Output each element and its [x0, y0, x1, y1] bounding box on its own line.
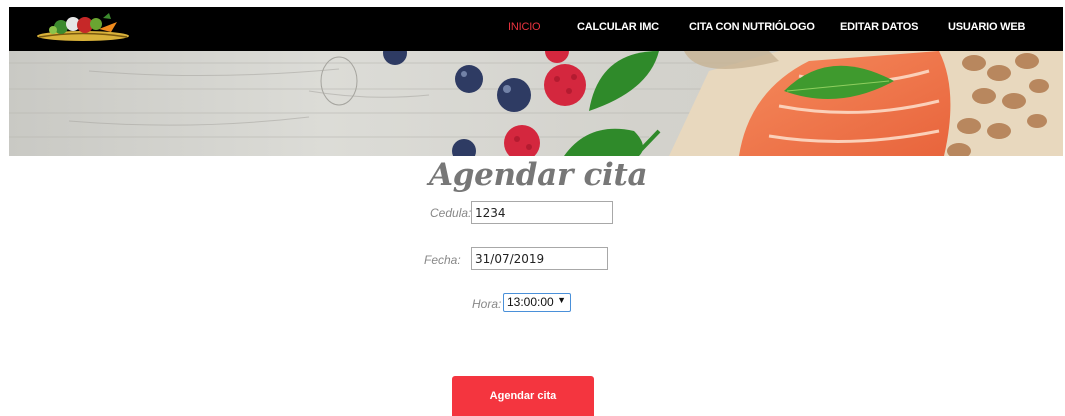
- hero-banner-image: [9, 51, 1063, 156]
- fecha-date-input[interactable]: [471, 247, 608, 270]
- cedula-input[interactable]: [471, 201, 613, 224]
- nav-calcular-imc[interactable]: CALCULAR IMC: [577, 21, 659, 33]
- nav-inicio[interactable]: INICIO: [508, 21, 541, 33]
- vegetables-logo-icon[interactable]: [33, 10, 133, 44]
- hora-label: Hora:: [472, 297, 502, 311]
- top-navbar: INICIO CALCULAR IMC CITA CON NUTRIÓLOGO …: [9, 7, 1063, 51]
- nav-cita-nutriologo[interactable]: CITA CON NUTRIÓLOGO: [689, 21, 815, 33]
- hora-selected-value: 13:00:00: [507, 295, 554, 309]
- page-title: Agendar cita: [429, 157, 648, 193]
- cedula-label: Cedula:: [430, 206, 472, 220]
- food-banner-illustration: [9, 51, 1063, 156]
- nav-usuario-web[interactable]: USUARIO WEB: [948, 21, 1025, 33]
- nav-editar-datos[interactable]: EDITAR DATOS: [840, 21, 918, 33]
- hora-select[interactable]: 13:00:00 ▼: [503, 293, 571, 312]
- dropdown-caret-icon: ▼: [557, 295, 566, 305]
- agendar-cita-button[interactable]: Agendar cita: [452, 376, 594, 416]
- fecha-label: Fecha:: [424, 253, 461, 267]
